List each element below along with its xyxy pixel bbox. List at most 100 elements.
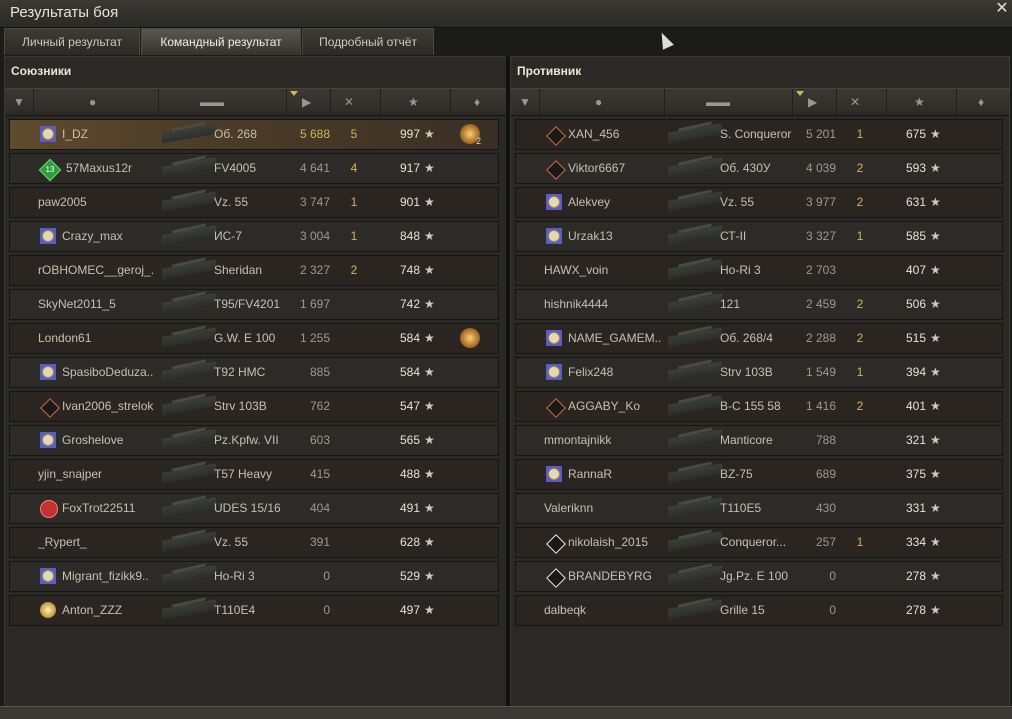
- vehicle-name: Vz. 55: [214, 535, 249, 549]
- tab-detailed-report[interactable]: Подробный отчёт: [302, 28, 434, 55]
- player-name[interactable]: AGGABY_Ko: [568, 392, 683, 421]
- star-icon: ★: [424, 365, 435, 379]
- player-row[interactable]: hishnik4444 121 2 459 2 506 ★: [515, 289, 1003, 320]
- medals-column-header[interactable]: ♦: [956, 89, 1008, 115]
- damage-value: 5 688: [299, 127, 330, 141]
- xp-value: 675: [905, 127, 926, 141]
- damage-value: 1 255: [299, 331, 330, 345]
- player-row[interactable]: mmontajnikk Manticore 788 321 ★: [515, 425, 1003, 456]
- player-row[interactable]: I_DZ Об. 268 5 688 5 997 ★ 2: [9, 119, 499, 150]
- squad-column-header[interactable]: ▼: [511, 89, 540, 115]
- player-column-header[interactable]: ●: [539, 89, 665, 115]
- player-name[interactable]: XAN_456: [568, 120, 683, 149]
- player-row[interactable]: BRANDEBYRG Jg.Pz. E 100 0 278 ★: [515, 561, 1003, 592]
- kills-column-header[interactable]: ✕: [330, 89, 381, 115]
- xp-column-header[interactable]: ★: [886, 89, 957, 115]
- kills-column-header[interactable]: ✕: [836, 89, 887, 115]
- player-row[interactable]: Groshelove Pz.Kpfw. VII 603 565 ★: [9, 425, 499, 456]
- player-row[interactable]: XAN_456 S. Conqueror 5 201 1 675 ★: [515, 119, 1003, 150]
- player-name[interactable]: Crazy_max: [62, 222, 177, 251]
- player-name[interactable]: Alekvey: [568, 188, 683, 217]
- player-row[interactable]: Migrant_fizikk9.. Ho-Ri 3 0 529 ★: [9, 561, 499, 592]
- player-name[interactable]: mmontajnikk: [544, 426, 659, 455]
- damage-column-header[interactable]: ▶: [792, 89, 837, 115]
- player-row[interactable]: nikolaish_2015 Conqueror... 257 1 334 ★: [515, 527, 1003, 558]
- kills-value: 1: [856, 229, 864, 243]
- vehicle-name: BZ-75: [720, 467, 753, 481]
- tab-personal-result[interactable]: Личный результат: [4, 28, 140, 55]
- damage-column-header[interactable]: ▶: [286, 89, 331, 115]
- player-row[interactable]: AGGABY_Ko B-C 155 58 1 416 2 401 ★: [515, 391, 1003, 422]
- player-name[interactable]: paw2005: [38, 188, 153, 217]
- damage-value: 2 459: [805, 297, 836, 311]
- player-name[interactable]: RannaR: [568, 460, 683, 489]
- player-name[interactable]: Ivan2006_strelok: [62, 392, 177, 421]
- player-name[interactable]: London61: [38, 324, 153, 353]
- player-row[interactable]: NAME_GAMEM.. Об. 268/4 2 288 2 515 ★: [515, 323, 1003, 354]
- close-icon[interactable]: ✕: [994, 1, 1010, 17]
- xp-value: 278: [905, 569, 926, 583]
- player-row[interactable]: 13 57Maxus12r FV4005 4 641 4 917 ★: [9, 153, 499, 184]
- kills-value: 1: [856, 365, 864, 379]
- damage-value: 430: [815, 501, 836, 515]
- player-row[interactable]: Alekvey Vz. 55 3 977 2 631 ★: [515, 187, 1003, 218]
- player-name[interactable]: SpasiboDeduza..: [62, 358, 177, 387]
- player-name[interactable]: yjin_snajper: [38, 460, 153, 489]
- tab-team-result[interactable]: Командный результат: [141, 28, 301, 55]
- player-row[interactable]: Anton_ZZZ T110E4 0 497 ★: [9, 595, 499, 626]
- medals-column-header[interactable]: ♦: [450, 89, 505, 115]
- player-name[interactable]: SkyNet2011_5: [38, 290, 153, 319]
- achievement-medal-icon[interactable]: [460, 328, 480, 348]
- player-row[interactable]: Viktor6667 Об. 430У 4 039 2 593 ★: [515, 153, 1003, 184]
- player-name[interactable]: hishnik4444: [544, 290, 659, 319]
- player-row[interactable]: rOBHOMEC__geroj_... Sheridan 2 327 2 748 ★: [9, 255, 499, 286]
- player-name[interactable]: dalbeqk: [544, 596, 659, 625]
- player-name[interactable]: FoxTrot22511: [62, 494, 177, 523]
- player-row[interactable]: FoxTrot22511 UDES 15/16 404 491 ★: [9, 493, 499, 524]
- tank-icon: [162, 428, 216, 454]
- player-name[interactable]: BRANDEBYRG: [568, 562, 683, 591]
- kills-value: 2: [856, 195, 864, 209]
- player-row[interactable]: London61 G.W. E 100 1 255 584 ★: [9, 323, 499, 354]
- kills-icon: ✕: [344, 95, 355, 109]
- player-row[interactable]: SpasiboDeduza.. T92 HMC 885 584 ★: [9, 357, 499, 388]
- player-row[interactable]: dalbeqk Grille 15 0 278 ★: [515, 595, 1003, 626]
- kills-value: 4: [350, 161, 358, 175]
- player-name[interactable]: Migrant_fizikk9..: [62, 562, 177, 591]
- vehicle-name: Ho-Ri 3: [214, 569, 255, 583]
- player-row[interactable]: Ivan2006_strelok Strv 103B 762 547 ★: [9, 391, 499, 422]
- player-name[interactable]: _Rypert_: [38, 528, 153, 557]
- player-row[interactable]: HAWX_voin Ho-Ri 3 2 703 407 ★: [515, 255, 1003, 286]
- star-icon: ★: [914, 95, 925, 109]
- xp-column-header[interactable]: ★: [380, 89, 451, 115]
- player-name[interactable]: nikolaish_2015: [568, 528, 683, 557]
- player-row[interactable]: Felix248 Strv 103B 1 549 1 394 ★: [515, 357, 1003, 388]
- player-name[interactable]: rOBHOMEC__geroj_...: [38, 256, 153, 285]
- player-row[interactable]: Crazy_max ИС-7 3 004 1 848 ★: [9, 221, 499, 252]
- player-row[interactable]: SkyNet2011_5 T95/FV4201 1 697 742 ★: [9, 289, 499, 320]
- player-name[interactable]: I_DZ: [62, 120, 177, 149]
- player-row[interactable]: _Rypert_ Vz. 55 391 628 ★: [9, 527, 499, 558]
- player-name[interactable]: Anton_ZZZ: [62, 596, 177, 625]
- player-name[interactable]: Felix248: [568, 358, 683, 387]
- vehicle-column-header[interactable]: ▬▬: [158, 89, 287, 115]
- player-name[interactable]: NAME_GAMEM..: [568, 324, 683, 353]
- player-name[interactable]: Valeriknn: [544, 494, 659, 523]
- player-row[interactable]: Urzak13 СТ-II 3 327 1 585 ★: [515, 221, 1003, 252]
- squad-column-header[interactable]: ▼: [5, 89, 34, 115]
- damage-value: 3 747: [299, 195, 330, 209]
- player-row[interactable]: paw2005 Vz. 55 3 747 1 901 ★: [9, 187, 499, 218]
- vehicle-name: Strv 103B: [214, 399, 267, 413]
- player-column-header[interactable]: ●: [33, 89, 159, 115]
- player-name[interactable]: HAWX_voin: [544, 256, 659, 285]
- star-icon: ★: [930, 263, 941, 277]
- star-icon: ★: [930, 365, 941, 379]
- player-row[interactable]: RannaR BZ-75 689 375 ★: [515, 459, 1003, 490]
- player-row[interactable]: Valeriknn T110E5 430 331 ★: [515, 493, 1003, 524]
- player-name[interactable]: Viktor6667: [568, 154, 683, 183]
- player-row[interactable]: yjin_snajper T57 Heavy 415 488 ★: [9, 459, 499, 490]
- player-name[interactable]: Groshelove: [62, 426, 177, 455]
- vehicle-column-header[interactable]: ▬▬: [664, 89, 793, 115]
- player-name[interactable]: Urzak13: [568, 222, 683, 251]
- player-badge-icon: [546, 364, 564, 382]
